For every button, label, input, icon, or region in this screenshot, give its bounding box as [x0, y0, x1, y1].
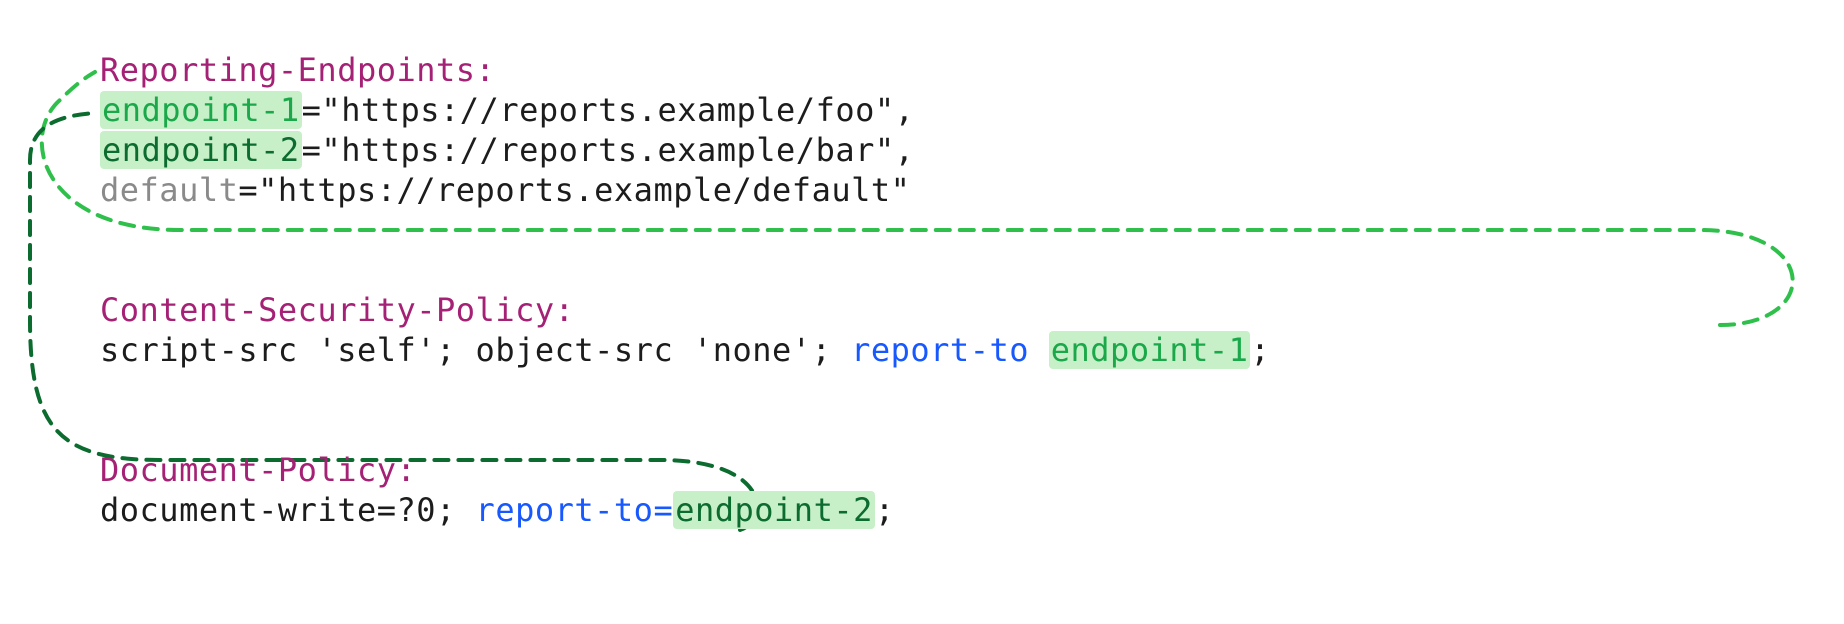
endpoint-2-key: endpoint-2: [100, 131, 302, 169]
dp-report-to: report-to=: [476, 491, 674, 529]
csp-body: script-src 'self'; object-src 'none';: [100, 331, 851, 369]
endpoint-1-url: "https://reports.example/foo": [321, 91, 894, 129]
default-key: default: [100, 171, 238, 209]
reporting-endpoints-header: Reporting-Endpoints:: [100, 51, 495, 89]
endpoint-1-key: endpoint-1: [100, 91, 302, 129]
csp-header: Content-Security-Policy:: [100, 291, 574, 329]
trail-2: ,: [895, 131, 915, 169]
dp-endpoint-ref: endpoint-2: [673, 491, 875, 529]
code-block: Reporting-Endpoints: endpoint-1="https:/…: [100, 10, 1270, 530]
dp-header: Document-Policy:: [100, 451, 416, 489]
csp-report-to: report-to: [851, 331, 1049, 369]
csp-endpoint-ref: endpoint-1: [1049, 331, 1251, 369]
dp-body: document-write=?0;: [100, 491, 476, 529]
eq-1: =: [302, 91, 322, 129]
eq-3: =: [238, 171, 258, 209]
eq-2: =: [302, 131, 322, 169]
default-url: "https://reports.example/default": [258, 171, 910, 209]
dp-trail: ;: [875, 491, 895, 529]
trail-1: ,: [895, 91, 915, 129]
csp-trail: ;: [1250, 331, 1270, 369]
endpoint-2-url: "https://reports.example/bar": [321, 131, 894, 169]
